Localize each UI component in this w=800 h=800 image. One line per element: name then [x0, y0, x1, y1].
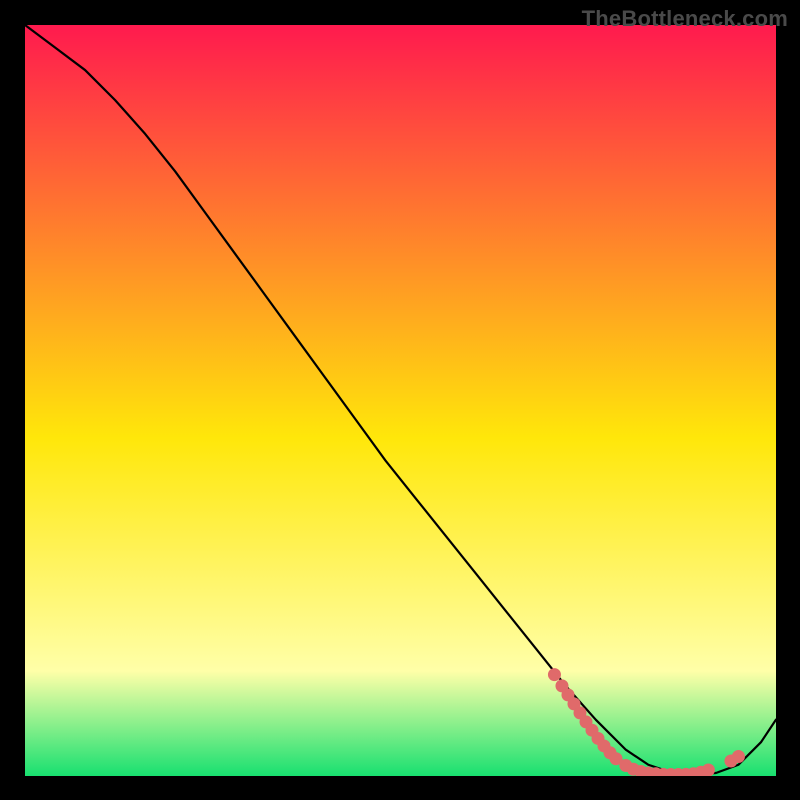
- gradient-background: [25, 25, 776, 776]
- data-marker: [702, 763, 715, 776]
- chart-svg: [25, 25, 776, 776]
- data-marker: [548, 668, 561, 681]
- data-marker: [732, 750, 745, 763]
- watermark-text: TheBottleneck.com: [582, 6, 788, 32]
- plot-area: [25, 25, 776, 776]
- chart-stage: TheBottleneck.com: [0, 0, 800, 800]
